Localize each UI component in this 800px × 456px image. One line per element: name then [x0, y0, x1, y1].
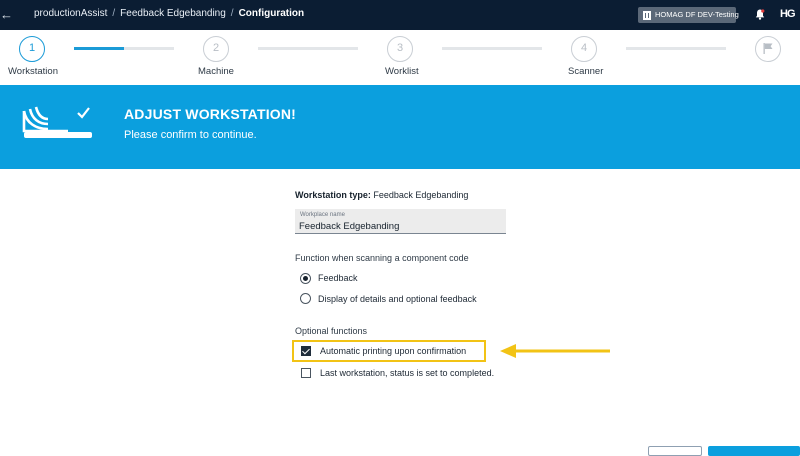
checkmark-icon — [77, 107, 90, 119]
edgebanding-machine-icon — [22, 106, 92, 138]
checkbox-last-workstation-label[interactable]: Last workstation, status is set to compl… — [320, 368, 494, 378]
workstation-type-value: Feedback Edgebanding — [373, 190, 469, 200]
notification-bell-icon[interactable] — [755, 9, 765, 20]
step-connector — [442, 47, 542, 50]
breadcrumb-item-current: Configuration — [238, 8, 305, 19]
wizard-stepper: 1 Workstation 2 Machine 3 Worklist 4 Sca… — [0, 30, 800, 85]
radio-feedback-label[interactable]: Feedback — [318, 273, 358, 283]
flag-icon — [763, 43, 773, 54]
checkbox-auto-print[interactable] — [301, 346, 311, 356]
step-progress-fill — [74, 47, 124, 50]
step-connector — [626, 47, 726, 50]
top-bar: ← productionAssist / Feedback Edgebanding /… — [0, 0, 800, 30]
banner-title: ADJUST WORKSTATION! — [124, 106, 297, 122]
step-3-circle[interactable]: 3 — [387, 36, 413, 62]
continue-button[interactable] — [708, 446, 800, 456]
workplace-name-field[interactable]: Workplace name Feedback Edgebanding — [295, 209, 506, 234]
step-4-circle[interactable]: 4 — [571, 36, 597, 62]
step-2-circle[interactable]: 2 — [203, 36, 229, 62]
checkbox-last-workstation[interactable] — [301, 368, 311, 378]
building-icon — [643, 11, 651, 20]
banner-subtitle: Please confirm to continue. — [124, 129, 257, 141]
tenant-selector[interactable]: HOMAG DF DEV-Testing — [638, 7, 739, 23]
info-banner: ADJUST WORKSTATION! Please confirm to co… — [0, 85, 800, 169]
radio-feedback[interactable] — [300, 273, 311, 284]
step-4-label: Scanner — [568, 66, 604, 77]
radio-display-details[interactable] — [300, 293, 311, 304]
checkbox-auto-print-label[interactable]: Automatic printing upon confirmation — [320, 346, 466, 356]
step-2-label: Machine — [198, 66, 234, 77]
scan-function-label: Function when scanning a component code — [295, 253, 469, 263]
step-3-label: Worklist — [385, 66, 419, 77]
back-arrow-icon[interactable]: ← — [0, 6, 13, 24]
workplace-name-label: Workplace name — [300, 212, 345, 218]
breadcrumb-separator: / — [230, 8, 234, 19]
workstation-type: Workstation type: Feedback Edgebanding — [295, 190, 468, 200]
step-finish-circle[interactable] — [755, 36, 781, 62]
tenant-label: HOMAG DF DEV-Testing — [655, 10, 739, 19]
workplace-name-value[interactable]: Feedback Edgebanding — [299, 221, 399, 232]
step-connector — [74, 47, 174, 50]
breadcrumb-item-app[interactable]: productionAssist — [34, 8, 107, 19]
step-1-label: Workstation — [8, 66, 58, 77]
back-button[interactable] — [648, 446, 702, 456]
radio-display-details-label[interactable]: Display of details and optional feedback — [318, 294, 477, 304]
breadcrumb-item-workstation-type[interactable]: Feedback Edgebanding — [120, 8, 226, 19]
breadcrumb: productionAssist / Feedback Edgebanding / Co… — [34, 8, 304, 19]
optional-functions-label: Optional functions — [295, 326, 368, 336]
homag-logo[interactable]: HG — [780, 8, 795, 20]
step-1-circle[interactable]: 1 — [19, 36, 45, 62]
breadcrumb-separator: / — [112, 8, 116, 19]
step-connector — [258, 47, 358, 50]
workstation-type-label: Workstation type: — [295, 190, 371, 200]
pointer-arrow-icon — [500, 344, 610, 358]
